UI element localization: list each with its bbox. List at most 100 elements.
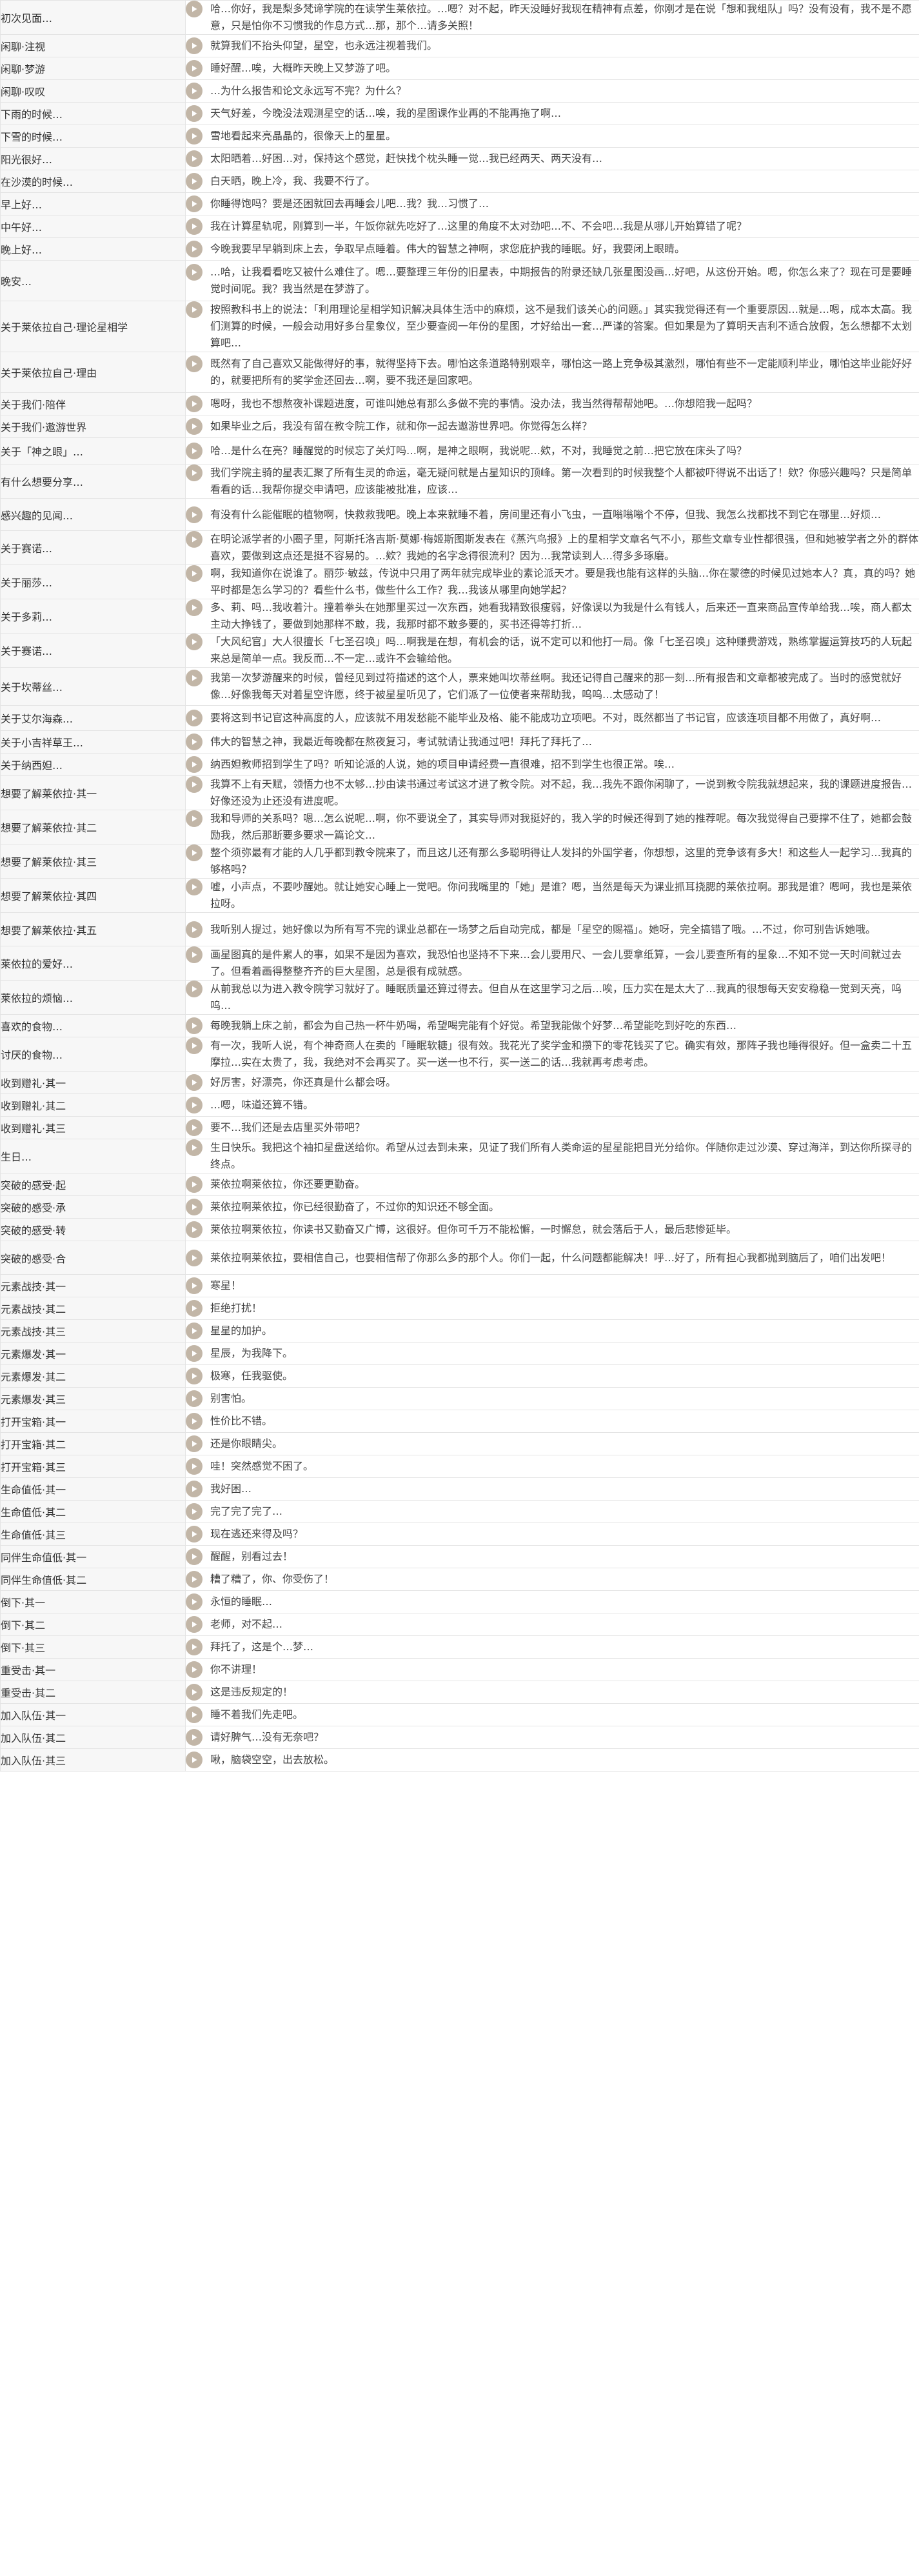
play-audio-button[interactable]	[186, 1661, 203, 1678]
voice-line-title: 莱依拉的爱好…	[0, 946, 186, 981]
play-audio-button[interactable]	[186, 946, 203, 963]
play-audio-button[interactable]	[186, 105, 203, 122]
play-audio-button[interactable]	[186, 1176, 203, 1193]
voice-line-title: 生命值低·其一	[0, 1477, 186, 1501]
play-audio-button[interactable]	[186, 60, 203, 77]
play-audio-button[interactable]	[186, 1729, 203, 1746]
voice-line-text: 你睡得饱吗？要是还困就回去再睡会儿吧…我？我…习惯了…	[210, 197, 489, 210]
play-audio-button[interactable]	[186, 921, 203, 938]
voice-line-content: 现在逃还来得及吗？	[186, 1526, 919, 1543]
play-audio-button[interactable]	[186, 1249, 203, 1266]
play-audio-button[interactable]	[186, 218, 203, 235]
voice-line-text: 在明论派学者的小圈子里，阿斯托洛吉斯·莫娜·梅姬斯图斯发表在《蒸汽鸟报》上的星相…	[210, 533, 919, 562]
play-audio-button[interactable]	[186, 464, 203, 481]
play-audio-button[interactable]	[186, 634, 203, 650]
play-audio-button[interactable]	[186, 1119, 203, 1136]
play-audio-button[interactable]	[186, 241, 203, 257]
voice-line-content: 既然有了自己喜欢又能做得好的事，就得坚持下去。哪怕这条道路特别艰辛，哪怕这一路上…	[186, 355, 919, 389]
voice-line-title: 生命值低·其二	[0, 1500, 186, 1523]
play-audio-button[interactable]	[186, 1323, 203, 1339]
play-audio-button[interactable]	[186, 1017, 203, 1034]
play-audio-button[interactable]	[186, 395, 203, 412]
play-audio-button[interactable]	[186, 1435, 203, 1452]
play-audio-button[interactable]	[186, 37, 203, 54]
play-audio-button[interactable]	[186, 1503, 203, 1520]
voice-line-row: 想要了解莱依拉·其一 我算不上有天赋，领悟力也不太够…抄由读书通过考试这才进了教令…	[0, 775, 919, 810]
play-audio-button[interactable]	[186, 1037, 203, 1054]
play-audio-button[interactable]	[186, 83, 203, 99]
play-audio-button[interactable]	[186, 565, 203, 582]
voice-line-cell: 太阳晒着…好困…对，保持这个感觉，赶快找个枕头睡一觉…我已经两天、两天没有…	[185, 147, 919, 170]
voice-line-content: 莱依拉啊莱依拉，你已经很勤奋了，不过你的知识还不够全面。	[186, 1199, 919, 1215]
play-audio-button[interactable]	[186, 1074, 203, 1091]
play-audio-button[interactable]	[186, 599, 203, 616]
play-audio-button[interactable]	[186, 844, 203, 861]
voice-line-text: 好厉害，好漂亮，你还真是什么都会呀。	[210, 1076, 397, 1088]
play-audio-button[interactable]	[186, 531, 203, 548]
play-audio-button[interactable]	[186, 734, 203, 750]
play-audio-button[interactable]	[186, 1097, 203, 1113]
voice-line-title: 打开宝箱·其三	[0, 1455, 186, 1478]
play-audio-button[interactable]	[186, 1684, 203, 1701]
play-audio-button[interactable]	[186, 355, 203, 372]
play-audio-button[interactable]	[186, 1639, 203, 1655]
play-audio-button[interactable]	[186, 1277, 203, 1294]
play-audio-button[interactable]	[186, 506, 203, 523]
voice-line-title: 关于纳西妲…	[0, 753, 186, 776]
play-audio-button[interactable]	[186, 1139, 203, 1156]
play-audio-button[interactable]	[186, 1571, 203, 1588]
voice-line-content: 拒绝打扰！	[186, 1300, 919, 1317]
voice-line-cell: 睡不着我们先走吧。	[185, 1703, 919, 1726]
play-audio-button[interactable]	[186, 981, 203, 997]
play-audio-button[interactable]	[186, 1458, 203, 1475]
play-audio-button[interactable]	[186, 264, 203, 281]
play-audio-button[interactable]	[186, 128, 203, 145]
play-audio-button[interactable]	[186, 1221, 203, 1238]
play-audio-button[interactable]	[186, 443, 203, 459]
play-audio-button[interactable]	[186, 1526, 203, 1543]
play-audio-icon	[192, 155, 197, 162]
play-audio-button[interactable]	[186, 1390, 203, 1407]
play-audio-button[interactable]	[186, 195, 203, 212]
play-audio-button[interactable]	[186, 1199, 203, 1215]
play-audio-button[interactable]	[186, 1300, 203, 1317]
voice-line-cell: 嗯呀，我也不想熬夜补课题进度，可谁叫她总有那么多做不完的事情。没办法，我当然得帮…	[185, 392, 919, 415]
voice-line-content: 要将这到书记官这种高度的人，应该就不用发愁能不能毕业及格、能不能成功立项吧。不对…	[186, 710, 919, 726]
voice-line-cell: 请好脾气…没有无奈吧？	[185, 1726, 919, 1749]
play-audio-button[interactable]	[186, 756, 203, 773]
play-audio-button[interactable]	[186, 1706, 203, 1723]
play-audio-button[interactable]	[186, 1481, 203, 1497]
voice-line-row: 关于艾尔海森… 要将这到书记官这种高度的人，应该就不用发愁能不能毕业及格、能不能成…	[0, 705, 919, 731]
voice-line-text: 从前我总以为进入教令院学习就好了。睡眠质量还算过得去。但自从在这里学习之后…唉，…	[210, 983, 902, 1012]
voice-line-cell: …为什么报告和论文永远写不完？为什么？	[185, 79, 919, 103]
voice-line-content: 太阳晒着…好困…对，保持这个感觉，赶快找个枕头睡一觉…我已经两天、两天没有…	[186, 150, 919, 167]
voice-line-row: 重受击·其一 你不讲理！	[0, 1658, 919, 1681]
play-audio-icon	[192, 401, 197, 407]
voice-line-row: 讨厌的食物… 有一次，我听人说，有个神奇商人在卖的「睡眠软糖」很有效。我花光了奖学…	[0, 1037, 919, 1072]
play-audio-button[interactable]	[186, 1616, 203, 1633]
play-audio-button[interactable]	[186, 1345, 203, 1362]
voice-line-title: 关于赛诺…	[0, 633, 186, 668]
play-audio-button[interactable]	[186, 810, 203, 827]
play-audio-button[interactable]	[186, 670, 203, 686]
play-audio-button[interactable]	[186, 1752, 203, 1768]
play-audio-button[interactable]	[186, 879, 203, 895]
play-audio-button[interactable]	[186, 1, 203, 17]
play-audio-button[interactable]	[186, 301, 203, 318]
play-audio-button[interactable]	[186, 776, 203, 793]
voice-line-cell: 完了完了完了…	[185, 1500, 919, 1523]
voice-line-cell: …哈，让我看看吃又被什么难住了。嗯…要整理三年份的旧星表，中期报告的附录还缺几张…	[185, 260, 919, 301]
play-audio-button[interactable]	[186, 1593, 203, 1610]
play-audio-button[interactable]	[186, 1413, 203, 1430]
play-audio-button[interactable]	[186, 1368, 203, 1384]
play-audio-icon	[192, 133, 197, 139]
voice-line-text: 雪地看起来亮晶晶的，很像天上的星星。	[210, 130, 397, 142]
voice-line-text: 每晚我躺上床之前，都会为自己热一杯牛奶喝，希望喝完能有个好觉。希望我能做个好梦……	[210, 1019, 737, 1032]
play-audio-button[interactable]	[186, 173, 203, 190]
voice-line-cell: 从前我总以为进入教令院学习就好了。睡眠质量还算过得去。但自从在这里学习之后…唉，…	[185, 980, 919, 1015]
play-audio-button[interactable]	[186, 150, 203, 167]
play-audio-icon	[192, 110, 197, 117]
play-audio-button[interactable]	[186, 710, 203, 726]
play-audio-button[interactable]	[186, 418, 203, 435]
play-audio-button[interactable]	[186, 1548, 203, 1565]
